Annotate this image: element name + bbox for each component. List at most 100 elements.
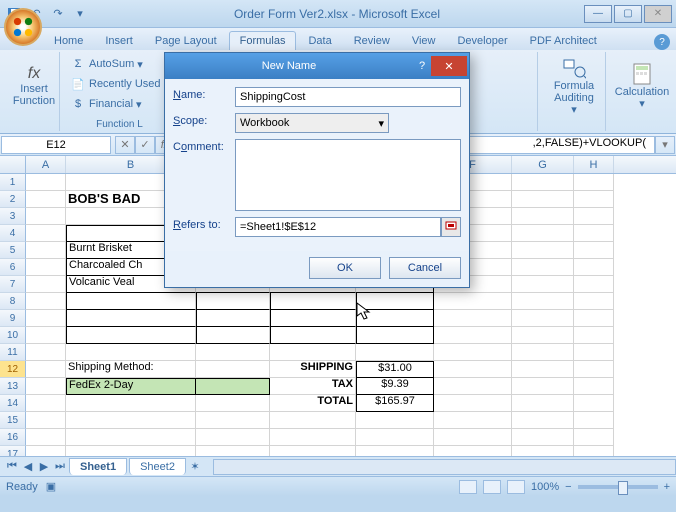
status-text: Ready bbox=[6, 481, 38, 493]
col-header-h[interactable]: H bbox=[574, 156, 614, 173]
app-title: Order Form Ver2.xlsx - Microsoft Excel bbox=[90, 7, 584, 21]
qa-customize-icon[interactable]: ▾ bbox=[70, 4, 90, 24]
row-header[interactable]: 4 bbox=[0, 225, 26, 242]
zoom-slider[interactable] bbox=[578, 485, 658, 489]
scope-select[interactable]: Workbook▾ bbox=[235, 113, 389, 133]
page-break-view-icon[interactable] bbox=[507, 480, 525, 494]
cell-b13: FedEx 2-Day bbox=[66, 378, 196, 395]
first-sheet-icon[interactable]: ⏮ bbox=[4, 459, 20, 475]
col-header-g[interactable]: G bbox=[512, 156, 574, 173]
prev-sheet-icon[interactable]: ◀ bbox=[20, 459, 36, 475]
cell-d13: TAX bbox=[270, 378, 356, 395]
ribbon-group-calculation: Calculation ▾ bbox=[610, 52, 674, 131]
row-header[interactable]: 11 bbox=[0, 344, 26, 361]
tab-developer[interactable]: Developer bbox=[447, 32, 517, 50]
close-button[interactable]: ✕ bbox=[644, 5, 672, 23]
horizontal-scrollbar[interactable] bbox=[213, 459, 676, 475]
tab-review[interactable]: Review bbox=[344, 32, 400, 50]
zoom-in-icon[interactable]: + bbox=[664, 481, 670, 493]
cell-e13: $9.39 bbox=[356, 378, 434, 395]
name-box[interactable] bbox=[1, 136, 111, 154]
ribbon-group-insert-function: fx Insert Function bbox=[2, 52, 60, 131]
row-header[interactable]: 14 bbox=[0, 395, 26, 412]
tab-pdf-architect[interactable]: PDF Architect bbox=[520, 32, 607, 50]
zoom-out-icon[interactable]: − bbox=[565, 481, 571, 493]
cancel-formula-icon[interactable]: ✕ bbox=[115, 136, 135, 154]
name-input[interactable] bbox=[235, 87, 461, 107]
sheet-tab-bar: ⏮ ◀ ▶ ⏭ Sheet1 Sheet2 ✶ bbox=[0, 456, 676, 476]
refers-to-input[interactable] bbox=[235, 217, 441, 237]
row-header[interactable]: 9 bbox=[0, 310, 26, 327]
ribbon-group-function-library: ΣAutoSum ▾ 📄Recently Used $Financial ▾ F… bbox=[64, 52, 176, 131]
dialog-close-icon[interactable]: ✕ bbox=[431, 56, 467, 76]
tab-view[interactable]: View bbox=[402, 32, 446, 50]
row-header[interactable]: 3 bbox=[0, 208, 26, 225]
normal-view-icon[interactable] bbox=[459, 480, 477, 494]
enter-formula-icon[interactable]: ✓ bbox=[135, 136, 155, 154]
range-selector-icon[interactable] bbox=[441, 217, 461, 237]
recently-used-button[interactable]: 📄Recently Used bbox=[70, 74, 169, 94]
page-layout-view-icon[interactable] bbox=[483, 480, 501, 494]
cell-d14: TOTAL bbox=[270, 395, 356, 412]
formula-auditing-button[interactable]: Formula Auditing ▾ bbox=[548, 54, 600, 118]
cell-d12: SHIPPING bbox=[270, 361, 356, 378]
tab-formulas[interactable]: Formulas bbox=[229, 31, 297, 50]
financial-button[interactable]: $Financial ▾ bbox=[70, 94, 169, 114]
row-header[interactable]: 7 bbox=[0, 276, 26, 293]
insert-function-button[interactable]: fx Insert Function bbox=[8, 54, 60, 118]
name-label: Name: bbox=[173, 87, 235, 101]
cell-e14: $165.97 bbox=[356, 395, 434, 412]
dialog-title-bar[interactable]: New Name ? ✕ bbox=[165, 53, 469, 79]
sheet-tab-1[interactable]: Sheet1 bbox=[69, 458, 127, 475]
last-sheet-icon[interactable]: ⏭ bbox=[52, 459, 68, 475]
col-header-a[interactable]: A bbox=[26, 156, 66, 173]
cell-e12: $31.00 bbox=[356, 361, 434, 378]
minimize-button[interactable]: — bbox=[584, 5, 612, 23]
chevron-down-icon: ▾ bbox=[378, 117, 384, 130]
help-icon[interactable]: ? bbox=[654, 34, 670, 50]
tab-page-layout[interactable]: Page Layout bbox=[145, 32, 227, 50]
autosum-button[interactable]: ΣAutoSum ▾ bbox=[70, 54, 169, 74]
row-header[interactable]: 5 bbox=[0, 242, 26, 259]
row-header[interactable]: 2 bbox=[0, 191, 26, 208]
group-label-function-library: Function L bbox=[64, 119, 175, 130]
zoom-level[interactable]: 100% bbox=[531, 481, 559, 493]
sheet-tab-2[interactable]: Sheet2 bbox=[129, 458, 186, 475]
row-header[interactable]: 13 bbox=[0, 378, 26, 395]
row-header[interactable]: 8 bbox=[0, 293, 26, 310]
title-bar: ↶ ↷ ▾ Order Form Ver2.xlsx - Microsoft E… bbox=[0, 0, 676, 28]
row-header[interactable]: 6 bbox=[0, 259, 26, 276]
office-button[interactable] bbox=[4, 8, 42, 46]
row-header[interactable]: 17 bbox=[0, 446, 26, 456]
maximize-button[interactable]: ▢ bbox=[614, 5, 642, 23]
new-name-dialog: New Name ? ✕ Name: Scope: Workbook▾ Comm… bbox=[164, 52, 470, 288]
new-sheet-icon[interactable]: ✶ bbox=[187, 459, 203, 475]
cancel-button[interactable]: Cancel bbox=[389, 257, 461, 279]
expand-formula-bar-icon[interactable]: ▾ bbox=[655, 136, 675, 154]
row-header[interactable]: 15 bbox=[0, 412, 26, 429]
row-header[interactable]: 1 bbox=[0, 174, 26, 191]
redo-icon[interactable]: ↷ bbox=[48, 4, 68, 24]
tab-data[interactable]: Data bbox=[298, 32, 341, 50]
cell-b12: Shipping Method: bbox=[66, 361, 196, 378]
window-controls: — ▢ ✕ bbox=[584, 5, 672, 23]
ribbon-group-formula-auditing: Formula Auditing ▾ bbox=[542, 52, 606, 131]
tab-insert[interactable]: Insert bbox=[95, 32, 143, 50]
row-header[interactable]: 10 bbox=[0, 327, 26, 344]
row-header[interactable]: 16 bbox=[0, 429, 26, 446]
tab-home[interactable]: Home bbox=[44, 32, 93, 50]
next-sheet-icon[interactable]: ▶ bbox=[36, 459, 52, 475]
ok-button[interactable]: OK bbox=[309, 257, 381, 279]
dialog-title: New Name bbox=[165, 60, 413, 72]
macro-record-icon[interactable]: ▣ bbox=[46, 480, 56, 493]
row-header[interactable]: 12 bbox=[0, 361, 26, 378]
dialog-help-icon[interactable]: ? bbox=[413, 60, 431, 72]
comment-label: Comment: bbox=[173, 139, 235, 153]
scope-label: Scope: bbox=[173, 113, 235, 127]
ribbon-tabs: Home Insert Page Layout Formulas Data Re… bbox=[0, 28, 676, 50]
status-bar: Ready ▣ 100% − + bbox=[0, 476, 676, 496]
refers-to-label: Refers to: bbox=[173, 217, 235, 231]
comment-textarea[interactable] bbox=[235, 139, 461, 211]
select-all-corner[interactable] bbox=[0, 156, 26, 173]
calculation-button[interactable]: Calculation ▾ bbox=[616, 54, 668, 118]
